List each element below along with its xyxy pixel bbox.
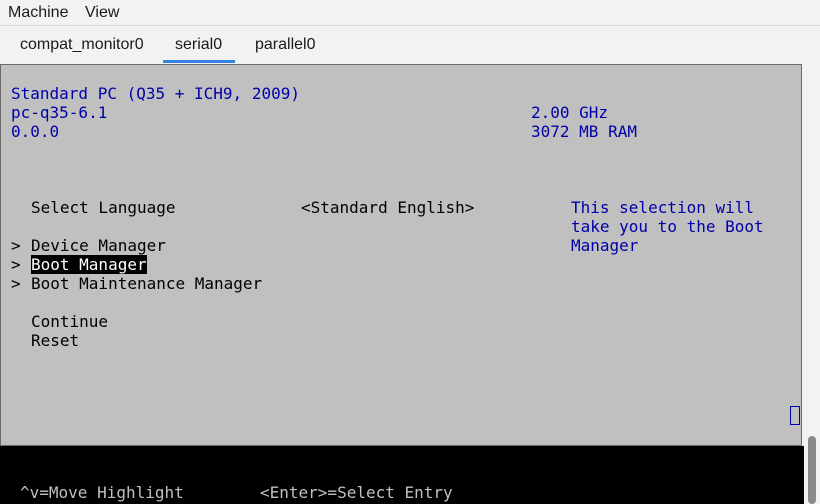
terminal-scrollbar[interactable] bbox=[804, 64, 820, 504]
menu-reset[interactable]: Reset bbox=[31, 331, 79, 350]
arrow-boot-maintenance-manager: > bbox=[11, 274, 21, 293]
select-entry-hint: <Enter>=Select Entry bbox=[260, 483, 453, 502]
menu-boot-manager[interactable]: Boot Manager bbox=[31, 255, 147, 274]
active-tab-indicator bbox=[163, 60, 235, 63]
menu-boot-maintenance-manager[interactable]: Boot Maintenance Manager bbox=[31, 274, 262, 293]
tab-bar: compat_monitor0 serial0 parallel0 bbox=[0, 26, 820, 64]
qemu-window: Machine View compat_monitor0 serial0 par… bbox=[0, 0, 820, 504]
terminal-footer: ^v=Move Highlight <Enter>=Select Entry bbox=[0, 446, 804, 504]
cpu-speed: 2.00 GHz bbox=[531, 103, 609, 122]
scrollbar-thumb[interactable] bbox=[808, 436, 816, 504]
ram-size: 3072 MB RAM bbox=[531, 122, 637, 141]
select-language-label[interactable]: Select Language bbox=[31, 198, 176, 217]
move-highlight-hint: ^v=Move Highlight bbox=[20, 483, 184, 502]
help-text-line-3: Manager bbox=[571, 236, 639, 255]
menu-machine[interactable]: Machine bbox=[8, 4, 68, 22]
language-value[interactable]: <Standard English> bbox=[301, 198, 474, 217]
menu-view[interactable]: View bbox=[85, 4, 119, 22]
help-text-line-2: take you to the Boot bbox=[571, 217, 764, 236]
arrow-device-manager: > bbox=[11, 236, 21, 255]
system-name: Standard PC (Q35 + ICH9, 2009) bbox=[11, 84, 300, 103]
help-text-line-1: This selection will bbox=[571, 198, 755, 217]
menu-continue[interactable]: Continue bbox=[31, 312, 108, 331]
machine-id: pc-q35-6.1 bbox=[11, 103, 108, 122]
menu-device-manager[interactable]: Device Manager bbox=[31, 236, 166, 255]
tab-serial0[interactable]: serial0 bbox=[175, 36, 222, 54]
terminal-cursor bbox=[790, 406, 800, 425]
tab-parallel0[interactable]: parallel0 bbox=[255, 36, 315, 54]
serial-terminal[interactable]: Standard PC (Q35 + ICH9, 2009) pc-q35-6.… bbox=[0, 64, 802, 446]
menu-bar: Machine View bbox=[0, 0, 820, 26]
firmware-version: 0.0.0 bbox=[11, 122, 60, 141]
tab-compat-monitor0[interactable]: compat_monitor0 bbox=[20, 36, 144, 54]
arrow-boot-manager: > bbox=[11, 255, 21, 274]
